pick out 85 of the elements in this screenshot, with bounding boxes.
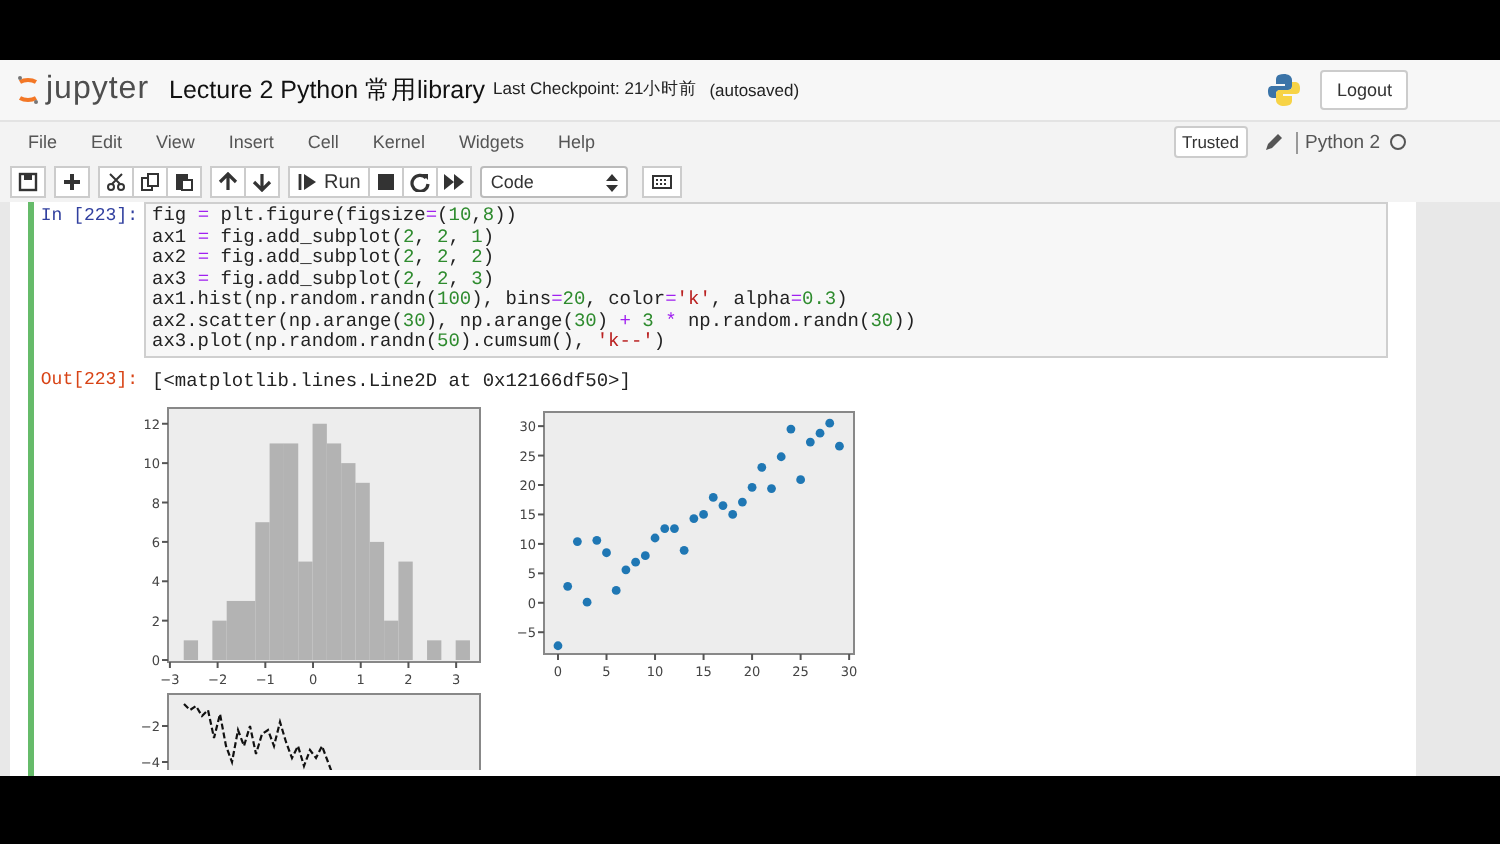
y-tick [537, 630, 545, 633]
code-line: ax2.scatter(np.arange(30), np.arange(30) + 3 * np.random.randn(30)) [152, 311, 919, 332]
python-logo-icon [1266, 72, 1303, 108]
menu-item[interactable]: View [156, 132, 195, 152]
up-arrow-icon [218, 172, 238, 192]
y-tick [161, 500, 169, 503]
output-text: [<matplotlib.lines.Line2D at 0x12166df50>] [150, 369, 631, 391]
menu-item[interactable]: File [28, 132, 58, 152]
stop-button[interactable] [368, 166, 405, 198]
cut-button[interactable] [98, 166, 134, 198]
y-tick [537, 512, 545, 515]
insert-cell-button[interactable] [54, 166, 90, 198]
kernel-name: Python 2 [1295, 131, 1380, 153]
move-down-button[interactable] [244, 166, 280, 198]
run-button[interactable]: Run [288, 166, 371, 198]
refresh-icon [410, 172, 431, 192]
menu-item[interactable]: Edit [91, 132, 123, 152]
menu-item[interactable]: Kernel [372, 132, 425, 152]
y-tick [161, 724, 169, 726]
checkpoint-text: Last Checkpoint: 21小时前 [493, 78, 698, 102]
code-line: ax3.plot(np.random.randn(50).cumsum(), 'k--') [152, 332, 668, 353]
y-tick [161, 658, 169, 661]
menu-item[interactable]: Widgets [458, 132, 524, 152]
keyboard-icon [652, 172, 673, 192]
down-arrow-icon [252, 172, 272, 192]
y-tick [537, 453, 545, 456]
input-prompt: In [223]: [38, 204, 140, 230]
x-tick [312, 660, 315, 668]
pencil-icon[interactable] [1263, 132, 1283, 152]
code-editor[interactable] [144, 202, 1388, 357]
fast-forward-icon [444, 172, 465, 192]
x-tick [799, 652, 802, 660]
clipboard-icon [174, 172, 194, 192]
x-tick [557, 652, 559, 660]
y-tick [161, 618, 169, 621]
code-line: ax2 = fig.add_subplot(2, 2, 2) [152, 248, 497, 269]
paste-button[interactable] [166, 166, 202, 198]
x-tick [455, 660, 458, 668]
autosave-text: (autosaved) [709, 80, 800, 100]
logo-text[interactable]: jupyter [46, 72, 150, 108]
y-tick [161, 421, 169, 424]
output-prompt: Out[223]: [38, 370, 140, 390]
orbit-icon [16, 74, 40, 106]
move-up-button[interactable] [210, 166, 246, 198]
y-tick [537, 571, 545, 574]
code-line: ax3 = fig.add_subplot(2, 2, 3) [152, 269, 497, 290]
play-icon [298, 172, 318, 192]
y-tick [537, 600, 545, 603]
copy-icon [140, 172, 160, 192]
x-tick [605, 652, 608, 660]
code-line: fig = plt.figure(figsize=(10,8)) [152, 206, 519, 227]
x-tick [168, 660, 171, 668]
menu-item[interactable]: Cell [307, 132, 339, 152]
x-tick [654, 652, 657, 660]
trusted-button[interactable]: Trusted [1173, 126, 1247, 158]
code-line: ax1 = fig.add_subplot(2, 2, 1) [152, 227, 497, 248]
notebook-title[interactable]: Lecture 2 Python 常用library [169, 73, 486, 107]
y-tick [537, 424, 545, 427]
x-tick [264, 660, 267, 668]
y-tick [161, 579, 169, 582]
x-tick [702, 652, 705, 660]
menu-item[interactable]: Insert [228, 132, 274, 152]
x-tick [751, 652, 754, 660]
scissors-icon [106, 172, 126, 192]
plus-icon [62, 172, 82, 192]
stop-icon [376, 172, 397, 192]
keyboard-button[interactable] [642, 166, 683, 198]
y-tick [537, 541, 545, 544]
fast-forward-button[interactable] [436, 166, 473, 198]
save-button[interactable] [10, 166, 46, 198]
y-tick [537, 483, 545, 485]
logout-button[interactable]: Logout [1320, 70, 1408, 110]
x-tick [359, 660, 362, 668]
y-tick [161, 461, 169, 464]
y-tick [161, 760, 169, 762]
cell-type-dropdown[interactable]: Code [480, 166, 629, 198]
copy-button[interactable] [132, 166, 168, 198]
updown-caret-icon [606, 173, 619, 191]
restart-button[interactable] [402, 166, 439, 198]
menu-item[interactable]: Help [557, 132, 595, 152]
x-tick [848, 652, 851, 660]
x-tick [407, 660, 410, 668]
x-tick [216, 660, 219, 668]
y-tick [161, 539, 169, 542]
code-line: ax1.hist(np.random.randn(100), bins=20, color='k', alpha=0.3) [152, 290, 850, 311]
